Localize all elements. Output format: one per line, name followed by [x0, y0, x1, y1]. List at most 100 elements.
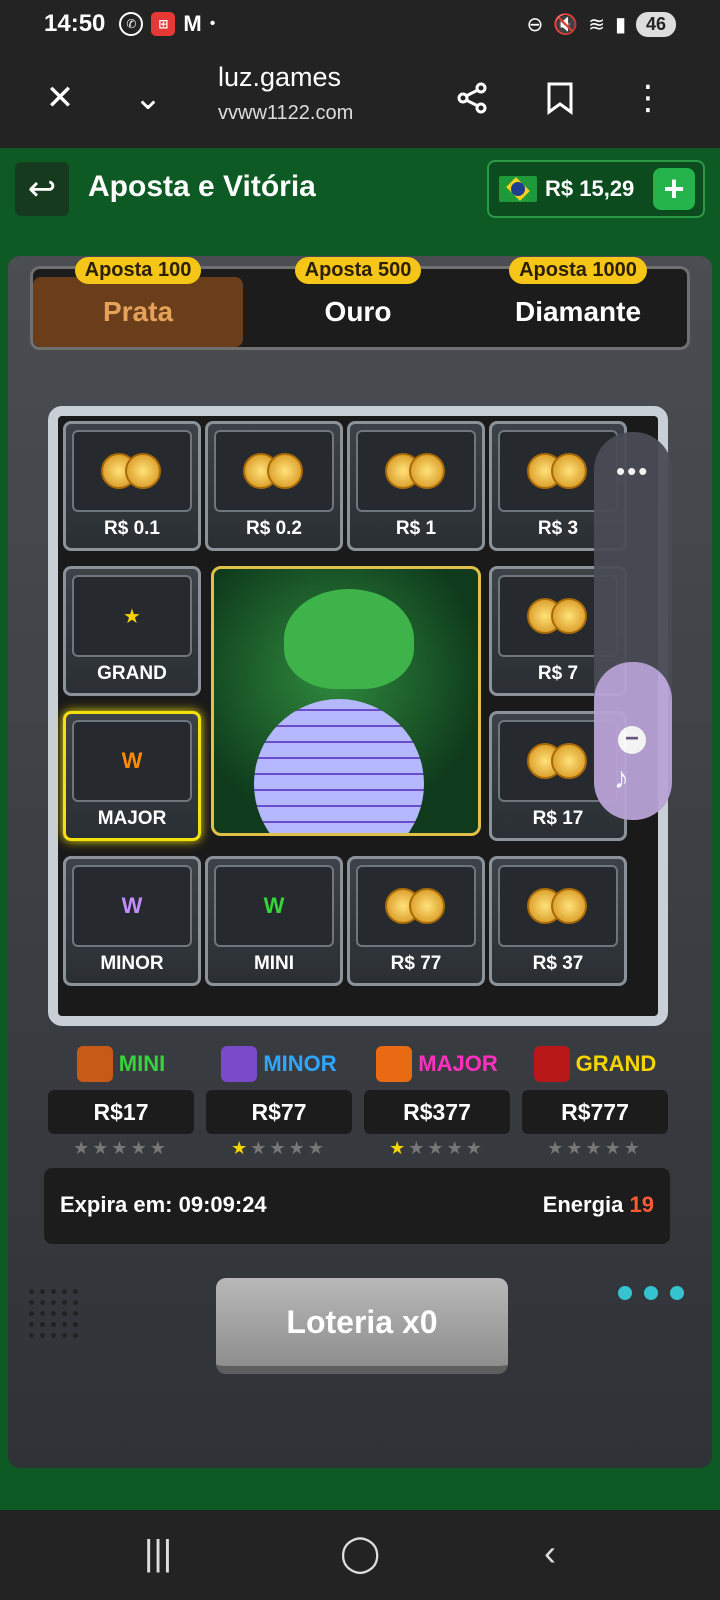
prize-label: R$ 37: [532, 953, 584, 974]
jackpot-stars: ★★★★★: [73, 1138, 169, 1158]
tier-label: Ouro: [324, 296, 392, 327]
balance-box: R$ 15,29 +: [487, 160, 705, 218]
back-arrow-icon[interactable]: ↩: [15, 162, 69, 216]
jackpot-value: R$377: [364, 1090, 510, 1134]
tiger-wild-icon: W: [72, 720, 192, 802]
floating-side-panel[interactable]: ••• − ♪: [594, 432, 672, 820]
jackpot-stars: ★★★★★: [389, 1138, 485, 1158]
tier-badge: Aposta 100: [74, 257, 202, 284]
jackpot-value: R$17: [48, 1090, 194, 1134]
page-title: Aposta e Vitória: [88, 170, 316, 203]
tiger-wild-icon: [376, 1046, 413, 1082]
mute-icon: 🔇: [553, 13, 579, 36]
prize-label: GRAND: [97, 663, 167, 684]
game-header: ↩ Aposta e Vitória R$ 15,29 +: [0, 148, 720, 230]
jackpot-minor: MINOR R$77 ★★★★★: [206, 1044, 352, 1159]
add-funds-button[interactable]: +: [653, 168, 695, 210]
music-icon[interactable]: ♪: [614, 762, 629, 796]
jackpot-stars: ★★★★★: [231, 1138, 327, 1158]
coins-icon: [356, 865, 476, 947]
dot-icon: •: [209, 15, 216, 32]
tier-label: Prata: [102, 296, 174, 327]
gmail-icon: M: [183, 11, 202, 36]
prize-label: MINI: [253, 953, 295, 974]
back-icon[interactable]: ‹: [544, 1532, 556, 1574]
wifi-icon: ≋: [588, 13, 605, 36]
speaker-grille: [26, 1286, 80, 1340]
prize-cell: R$ 77: [347, 856, 485, 986]
prize-cell: W MINI: [205, 856, 343, 986]
rabbit-wild-icon: W: [72, 865, 192, 947]
grand-win-icon: ★: [72, 575, 192, 657]
system-nav-bar: ||| ◯ ‹: [0, 1510, 720, 1600]
prize-label: R$ 0.1: [104, 518, 160, 539]
dragon-feature-image: [211, 566, 481, 836]
prize-label: MINOR: [100, 953, 164, 974]
disco-ball-icon: [254, 699, 424, 833]
prize-cell-selected: W MAJOR: [63, 711, 201, 841]
browser-bar: ✕ ⌄ luz.games vvww1122.com ⋮: [0, 48, 720, 148]
prize-cell: R$ 37: [489, 856, 627, 986]
signal-icon: ▮: [614, 13, 626, 36]
prize-cell: R$ 0.2: [205, 421, 343, 551]
bookmark-icon[interactable]: [536, 74, 584, 122]
tier-badge: Aposta 500: [294, 257, 422, 284]
audio-panel[interactable]: − ♪: [594, 662, 672, 820]
prize-label: R$ 1: [395, 518, 437, 539]
jackpot-title: MAJOR: [418, 1051, 498, 1076]
home-icon[interactable]: ◯: [340, 1532, 380, 1574]
status-time: 14:50: [44, 10, 106, 37]
slider-decoration: [614, 1286, 692, 1366]
lottery-button[interactable]: Loteria x0: [216, 1278, 508, 1374]
prize-grid: R$ 0.1 R$ 0.2 R$ 1 R$ 3 ★ GRAND R$ 7 W M…: [48, 406, 668, 1026]
slot-machine: Aposta 100 Prata Aposta 500 Ouro Aposta …: [8, 256, 712, 1468]
dragon-wild-icon: W: [214, 865, 334, 947]
jackpot-major: MAJOR R$377 ★★★★★: [364, 1044, 510, 1159]
tier-badge: Aposta 1000: [509, 257, 647, 284]
app-notification-icon: ⊞: [151, 12, 176, 36]
browser-url[interactable]: vvww1122.com: [218, 102, 353, 125]
dragon-wild-icon: [76, 1046, 113, 1082]
energy-value: 19: [629, 1192, 654, 1217]
prize-cell: R$ 0.1: [63, 421, 201, 551]
coins-icon: [214, 430, 334, 512]
browser-title[interactable]: luz.games: [218, 62, 341, 93]
energy-display: Energia 19: [543, 1192, 654, 1218]
jackpot-value: R$777: [522, 1090, 668, 1134]
prize-label: R$ 77: [390, 953, 442, 974]
jackpot-title: MINI: [118, 1051, 166, 1076]
tier-prata[interactable]: Aposta 100 Prata: [33, 257, 243, 347]
balance-amount: R$ 15,29: [545, 176, 635, 201]
jackpot-row: MINI R$17 ★★★★★ MINOR R$77 ★★★★★ MAJOR R…: [48, 1044, 668, 1159]
jackpot-mini: MINI R$17 ★★★★★: [48, 1044, 194, 1159]
more-icon[interactable]: •••: [616, 456, 649, 487]
more-vertical-icon[interactable]: ⋮: [624, 74, 672, 122]
recent-apps-icon[interactable]: |||: [144, 1532, 172, 1574]
notification-icons: ✆ ⊞ M •: [119, 11, 215, 37]
prize-label: R$ 17: [532, 808, 584, 829]
system-icons: ⊖ 🔇 ≋ ▮ 46: [527, 11, 676, 37]
tier-label: Diamante: [514, 296, 642, 327]
chevron-down-icon[interactable]: ⌄: [124, 74, 172, 122]
jackpot-grand: GRAND R$777 ★★★★★: [522, 1044, 668, 1159]
info-bar: Expira em: 09:09:24 Energia 19: [44, 1168, 670, 1244]
expire-timer: Expira em: 09:09:24: [60, 1192, 267, 1217]
minus-icon[interactable]: −: [618, 726, 646, 754]
jackpot-stars: ★★★★★: [547, 1138, 643, 1158]
coins-icon: [498, 865, 618, 947]
coins-icon: [72, 430, 192, 512]
coins-icon: [356, 430, 476, 512]
tier-diamante[interactable]: Aposta 1000 Diamante: [473, 257, 683, 347]
rabbit-wild-icon: [221, 1046, 258, 1082]
jackpot-title: MINOR: [263, 1051, 337, 1076]
battery-indicator: 46: [635, 11, 676, 37]
share-icon[interactable]: [448, 74, 496, 122]
close-icon[interactable]: ✕: [36, 74, 84, 122]
tier-selector: Aposta 100 Prata Aposta 500 Ouro Aposta …: [30, 257, 690, 350]
dragon-icon: [284, 589, 414, 689]
jackpot-title: GRAND: [575, 1051, 657, 1076]
prize-cell: ★ GRAND: [63, 566, 201, 696]
status-bar: 14:50 ✆ ⊞ M • ⊖ 🔇 ≋ ▮ 46: [0, 0, 720, 48]
tier-ouro[interactable]: Aposta 500 Ouro: [253, 257, 463, 347]
prize-label: R$ 0.2: [246, 518, 302, 539]
